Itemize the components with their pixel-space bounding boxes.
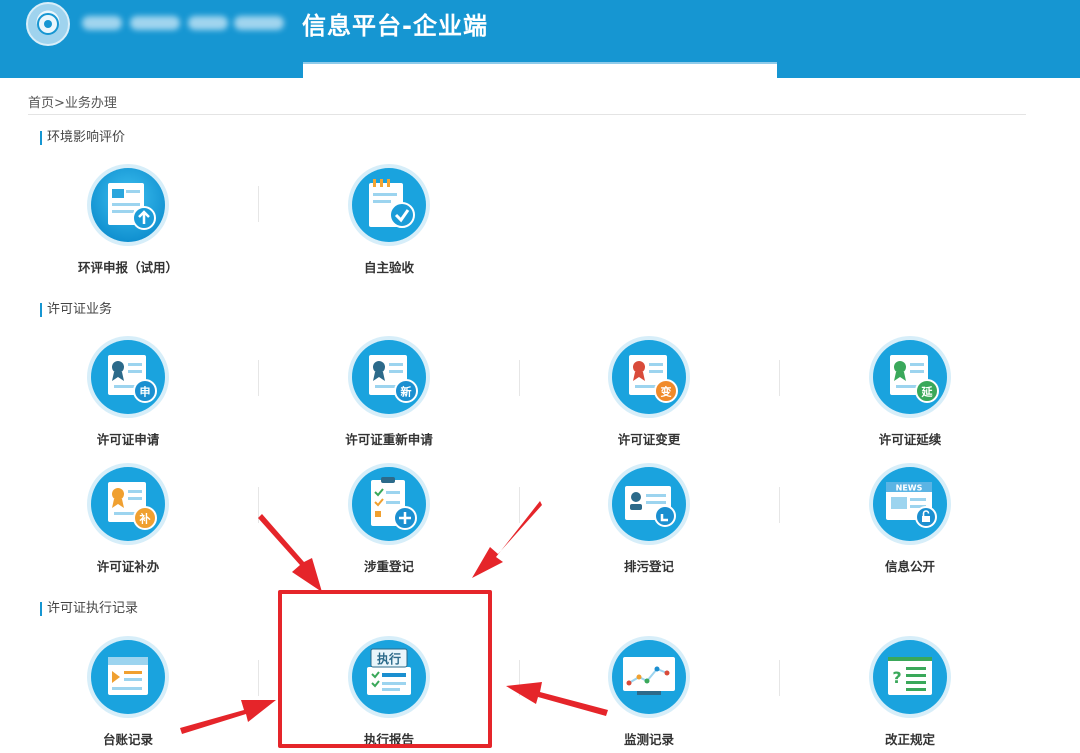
arrow-bottom-left [180, 700, 276, 734]
arrow-bottom-right [506, 682, 608, 716]
arrow-top-left [258, 514, 322, 592]
annotation-arrows [180, 501, 608, 734]
arrow-top-right [472, 501, 542, 578]
